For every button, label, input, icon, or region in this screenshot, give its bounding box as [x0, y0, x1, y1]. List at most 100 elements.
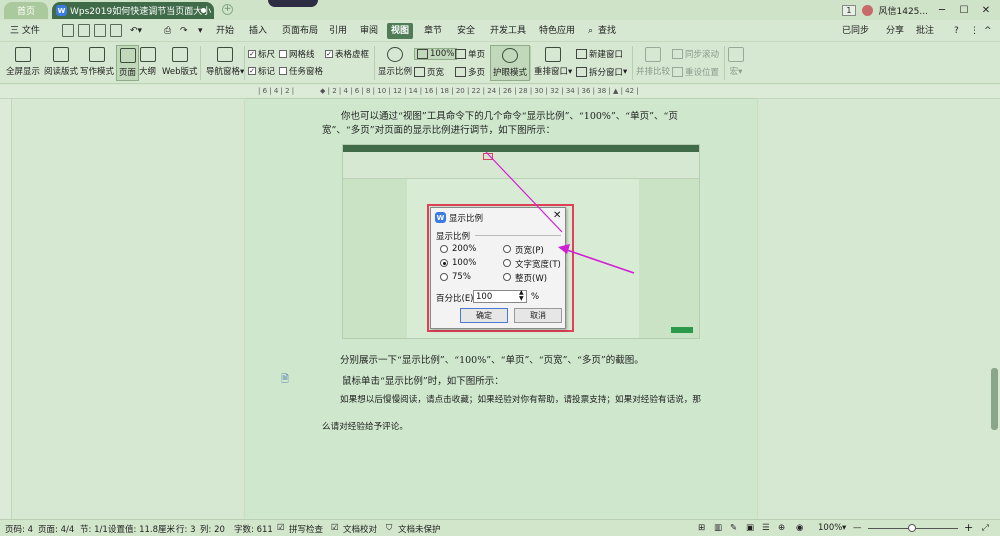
add-tab-icon[interactable]: +: [222, 4, 233, 15]
comment-button[interactable]: 批注: [912, 23, 938, 39]
avatar[interactable]: [861, 4, 873, 16]
redo-icon[interactable]: ↷: [176, 23, 192, 39]
proofread-button[interactable]: 文档校对: [343, 523, 377, 535]
zoom-out-button[interactable]: —: [853, 523, 862, 533]
menu-security[interactable]: 安全: [453, 23, 479, 39]
fullscreen-status-icon[interactable]: ⤢: [982, 523, 989, 533]
protect-status[interactable]: 文档未保护: [398, 523, 441, 535]
shield-icon[interactable]: ⛉: [386, 523, 392, 533]
single-page-button[interactable]: 单页: [455, 48, 485, 60]
nav-pane-button[interactable]: 导航窗格▾: [206, 47, 244, 77]
menu-insert[interactable]: 插入: [245, 23, 271, 39]
spell-check-icon[interactable]: ☑: [277, 523, 285, 533]
mark-checkbox[interactable]: ✓ 标记: [248, 65, 275, 77]
side-by-side-button[interactable]: 并排比较: [636, 47, 670, 77]
close-window-button[interactable]: ✕: [978, 5, 994, 16]
status-row[interactable]: 行: 3: [176, 523, 195, 535]
pen-status-icon[interactable]: ✎: [730, 523, 737, 533]
paragraph-marker-icon[interactable]: 🗎: [281, 372, 289, 389]
spinner-icon[interactable]: ▲ ▼: [519, 290, 524, 302]
macro-button[interactable]: 宏▾: [728, 47, 744, 77]
menu-special[interactable]: 特色应用: [535, 23, 579, 39]
zoom-value[interactable]: 100%: [818, 523, 842, 533]
rearrange-windows-button[interactable]: 重排窗口▾: [534, 47, 572, 77]
outline-button[interactable]: 大纲: [139, 47, 156, 77]
zoom-100-button[interactable]: 100%: [414, 48, 458, 60]
web-view-icon[interactable]: ⊕: [778, 523, 785, 533]
ruler-checkbox[interactable]: ✓ 标尺: [248, 48, 275, 60]
menu-view[interactable]: 视图: [387, 23, 414, 39]
status-col[interactable]: 列: 20: [200, 523, 225, 535]
user-name[interactable]: 风信1425...: [879, 4, 929, 17]
vertical-scrollbar[interactable]: [990, 99, 1000, 519]
open-icon[interactable]: [78, 24, 90, 37]
reading-layout-button[interactable]: 阅读版式: [44, 47, 78, 77]
radio-200[interactable]: [440, 245, 448, 253]
writing-mode-button[interactable]: 写作模式: [80, 47, 114, 77]
share-button[interactable]: 分享: [882, 23, 908, 39]
status-setting[interactable]: 设置值: 11.8厘米: [108, 523, 175, 535]
help-icon[interactable]: ?: [950, 23, 963, 39]
new-doc-icon[interactable]: [62, 24, 74, 37]
menu-chapter[interactable]: 章节: [420, 23, 446, 39]
menu-start[interactable]: 开始: [212, 23, 238, 39]
maximize-button[interactable]: ☐: [956, 5, 972, 16]
menu-review[interactable]: 审阅: [356, 23, 382, 39]
web-layout-button[interactable]: Web版式: [162, 47, 198, 77]
search-label[interactable]: 查找: [594, 23, 620, 39]
radio-text-width[interactable]: [503, 259, 511, 267]
status-words[interactable]: 字数: 611: [234, 523, 273, 535]
status-page-number[interactable]: 页码: 4: [5, 523, 33, 535]
layout-2-icon[interactable]: ▥: [714, 523, 722, 533]
fullscreen-button[interactable]: 全屏显示: [6, 47, 40, 77]
vertical-ruler[interactable]: [0, 99, 12, 519]
radio-100[interactable]: [440, 259, 448, 267]
scrollbar-thumb[interactable]: [991, 368, 998, 430]
tab-home[interactable]: 首页: [4, 2, 48, 19]
save-icon[interactable]: [94, 24, 106, 37]
outline-view-icon[interactable]: ☰: [762, 523, 770, 533]
file-menu[interactable]: 三 文件: [6, 23, 44, 39]
collapse-ribbon-icon[interactable]: ^: [980, 23, 996, 39]
eye-mode-button[interactable]: 护眼模式: [490, 45, 531, 81]
menu-developer[interactable]: 开发工具: [486, 23, 530, 39]
menu-page-layout[interactable]: 页面布局: [278, 23, 322, 39]
tab-document[interactable]: W Wps2019如何快速调节当页面大小: [52, 2, 214, 19]
proofread-icon[interactable]: ☑: [331, 523, 339, 533]
page-width-button[interactable]: 页宽: [414, 66, 444, 78]
percent-input[interactable]: 100 ▲ ▼: [473, 290, 527, 303]
table-grid-checkbox[interactable]: ✓ 表格虚框: [325, 48, 369, 60]
task-pane-checkbox[interactable]: 任务窗格: [279, 65, 323, 77]
sync-scroll-button[interactable]: 同步滚动: [672, 48, 719, 60]
cancel-button[interactable]: 取消: [514, 308, 562, 323]
grid-checkbox[interactable]: 网格线: [279, 48, 315, 60]
zoom-button[interactable]: 显示比例: [378, 47, 412, 77]
spell-check-button[interactable]: 拼写检查: [289, 523, 323, 535]
horizontal-ruler[interactable]: | 6 | 4 | 2 | ◆ | 2 | 4 | 6 | 8 | 10 | 1…: [0, 85, 1000, 99]
status-pages[interactable]: 页面: 4/4: [38, 523, 74, 535]
sync-status[interactable]: 已同步: [838, 23, 873, 39]
layout-1-icon[interactable]: ⊞: [698, 523, 705, 533]
window-count-badge[interactable]: 1: [842, 4, 856, 16]
zoom-in-button[interactable]: +: [964, 521, 973, 534]
radio-page-width[interactable]: [503, 245, 511, 253]
page-view-icon[interactable]: ▣: [746, 523, 754, 533]
undo-icon[interactable]: ↶▾: [126, 23, 146, 39]
menu-references[interactable]: 引用: [325, 23, 351, 39]
radio-whole-page[interactable]: [503, 273, 511, 281]
new-window-button[interactable]: 新建窗口: [576, 48, 623, 60]
minimize-button[interactable]: ─: [934, 5, 950, 16]
radio-75[interactable]: [440, 273, 448, 281]
print-icon[interactable]: ⎙: [160, 23, 175, 39]
status-section[interactable]: 节: 1/1: [80, 523, 108, 535]
multi-page-button[interactable]: 多页: [455, 66, 485, 78]
split-window-button[interactable]: 拆分窗口 ▾: [576, 66, 627, 78]
print-preview-icon[interactable]: [110, 24, 122, 37]
reset-position-button[interactable]: 重设位置: [672, 66, 719, 78]
eye-status-icon[interactable]: ◉: [796, 523, 803, 533]
zoom-dropdown-icon[interactable]: ▾: [842, 523, 846, 533]
ok-button[interactable]: 确定: [460, 308, 508, 323]
zoom-slider-handle[interactable]: [908, 524, 916, 532]
quick-access-more-icon[interactable]: ▾: [194, 23, 207, 39]
page-layout-button[interactable]: 页面: [116, 45, 140, 81]
